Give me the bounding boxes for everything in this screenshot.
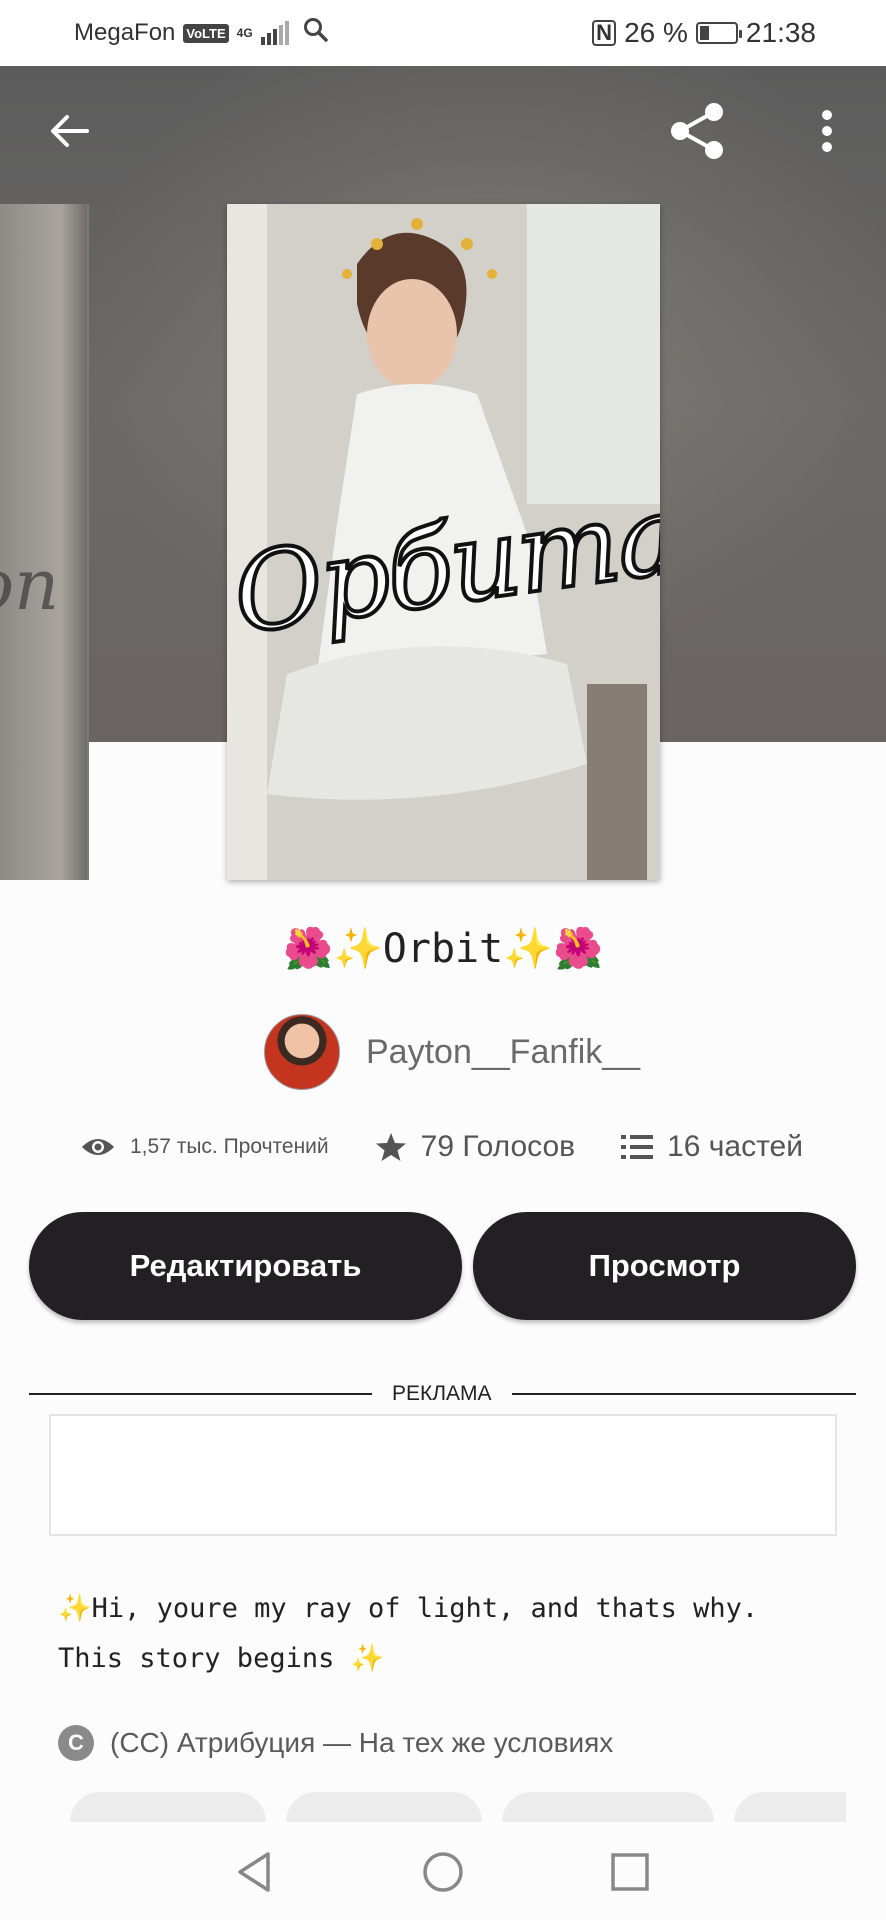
clock: 21:38 bbox=[745, 17, 816, 48]
carrier-name: MegaFon bbox=[74, 19, 176, 46]
votes-count: 79 Голосов bbox=[420, 1130, 576, 1163]
status-bar: MegaFon VoLTE 4G N 26 % 21:38 bbox=[0, 0, 886, 66]
reads-stat: 1,57 тыс. Прочтений bbox=[80, 1135, 329, 1159]
ad-divider: РЕКЛАМА bbox=[29, 1382, 856, 1406]
license-text: (CC) Атрибуция — На тех же условиях bbox=[110, 1727, 614, 1758]
battery-percent: 26 % bbox=[624, 17, 688, 48]
ad-slot[interactable] bbox=[49, 1414, 837, 1536]
arrow-left-icon bbox=[51, 115, 89, 147]
story-title-text: Orbit bbox=[382, 926, 504, 972]
nav-recents-button[interactable] bbox=[600, 1842, 660, 1902]
tag-chip[interactable] bbox=[734, 1792, 846, 1822]
edit-button[interactable]: Редактировать bbox=[29, 1212, 462, 1320]
share-button[interactable] bbox=[662, 96, 732, 166]
view-button[interactable]: Просмотр bbox=[473, 1212, 856, 1320]
ad-label: РЕКЛАМА bbox=[392, 1382, 492, 1405]
network-type: 4G bbox=[236, 26, 253, 40]
tag-chip[interactable] bbox=[70, 1792, 266, 1822]
share-icon bbox=[671, 103, 723, 159]
copyright-icon: C bbox=[58, 1725, 94, 1761]
square-recents-icon bbox=[611, 1853, 649, 1891]
more-vertical-icon bbox=[822, 110, 832, 152]
signal-icon bbox=[260, 21, 289, 45]
tag-chip[interactable] bbox=[502, 1792, 714, 1822]
nfc-icon: N bbox=[592, 20, 617, 46]
back-button[interactable] bbox=[34, 96, 104, 166]
more-options-button[interactable] bbox=[792, 96, 862, 166]
nav-back-button[interactable] bbox=[224, 1842, 284, 1902]
story-cover[interactable]: Орбита bbox=[227, 204, 660, 880]
tags-row bbox=[70, 1792, 846, 1822]
volte-icon: VoLTE bbox=[183, 23, 229, 43]
story-description: ✨Hi, youre my ray of light, and thats wh… bbox=[58, 1593, 759, 1674]
story-title: 🌺✨Orbit✨🌺 bbox=[283, 926, 603, 972]
tag-chip[interactable] bbox=[286, 1792, 482, 1822]
search-icon bbox=[303, 17, 329, 50]
author-link[interactable]: Payton__Fanfik__ bbox=[264, 1014, 640, 1090]
previous-story-cover[interactable]: on bbox=[0, 204, 89, 880]
author-avatar[interactable] bbox=[264, 1014, 340, 1090]
author-name[interactable]: Payton__Fanfik__ bbox=[366, 1033, 640, 1072]
reads-count: 1,57 тыс. Прочтений bbox=[130, 1135, 329, 1158]
votes-stat: 79 Голосов bbox=[375, 1130, 575, 1164]
license-info: C (CC) Атрибуция — На тех же условиях bbox=[58, 1725, 613, 1761]
story-stats: 1,57 тыс. Прочтений 79 Голосов 16 частей bbox=[80, 1130, 820, 1164]
parts-count: 16 частей bbox=[667, 1130, 803, 1163]
parts-stat: 16 частей bbox=[621, 1130, 803, 1164]
triangle-back-icon bbox=[238, 1852, 270, 1892]
circle-home-icon bbox=[423, 1852, 463, 1892]
list-icon bbox=[621, 1135, 654, 1159]
description-text: Hi, youre my ray of light, and thats why… bbox=[58, 1593, 759, 1674]
system-nav-bar bbox=[0, 1822, 886, 1920]
eye-icon bbox=[82, 1139, 114, 1155]
battery-icon bbox=[695, 22, 742, 44]
previous-cover-title: on bbox=[0, 544, 60, 626]
star-icon bbox=[375, 1133, 406, 1161]
nav-home-button[interactable] bbox=[413, 1842, 473, 1902]
